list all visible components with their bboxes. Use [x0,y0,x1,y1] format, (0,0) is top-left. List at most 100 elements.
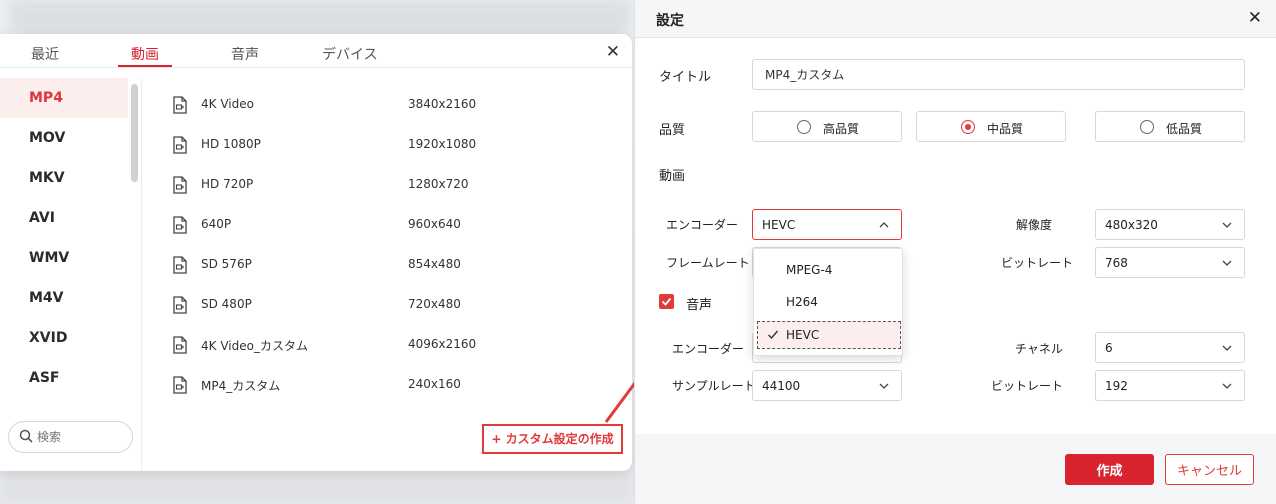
select-value: 6 [1105,341,1113,355]
preset-resolution: 1920x1080 [408,137,477,151]
quality-option-medium[interactable]: 中品質 [916,111,1066,142]
quality-option-low[interactable]: 低品質 [1095,111,1245,142]
preset-resolution: 1280x720 [408,177,469,191]
audio-encoder-label: エンコーダー [672,342,745,356]
active-tab-indicator [118,65,172,67]
video-file-icon [173,216,187,234]
dropdown-option-selected[interactable]: HEVC [757,321,901,349]
video-file-icon [173,256,187,274]
preset-name: 4K Video_カスタム [201,339,308,353]
chevron-down-icon [1222,260,1232,266]
dialog-body: タイトル 品質 高品質 中品質 低品質 動画 エンコーダー HEVC 解像度 4… [635,38,1276,434]
format-item-mp4[interactable]: MP4 [0,78,128,118]
option-label: MPEG-4 [786,263,833,277]
tab-device[interactable]: デバイス [322,44,378,64]
chevron-down-icon [1222,222,1232,228]
chevron-down-icon [879,383,889,389]
quality-option-label: 低品質 [1166,122,1203,136]
video-section-title: 動画 [659,169,686,184]
format-item-m4v[interactable]: M4V [0,278,128,318]
preset-name: HD 720P [201,177,254,191]
preset-name: SD 480P [201,297,252,311]
dropdown-option[interactable]: H264 [754,289,902,317]
format-item-asf[interactable]: ASF [0,358,128,398]
quality-option-high[interactable]: 高品質 [752,111,902,142]
preset-row[interactable]: SD 480P 720x480 [172,294,602,316]
preset-row[interactable]: SD 576P 854x480 [172,254,602,276]
preset-resolution: 3840x2160 [408,97,477,111]
quality-option-label: 中品質 [987,122,1024,136]
cancel-button[interactable]: キャンセル [1165,454,1254,485]
preset-name: SD 576P [201,257,252,271]
preset-row[interactable]: MP4_カスタム 240x160 [172,374,602,396]
channel-select[interactable]: 6 [1095,332,1245,363]
audio-section-title: 音声 [686,298,713,313]
scrollbar[interactable] [131,84,138,182]
samplerate-select[interactable]: 44100 [752,370,902,401]
chevron-down-icon [1222,345,1232,351]
video-file-icon [173,136,187,154]
video-file-icon [173,336,187,354]
radio-button[interactable] [961,120,975,134]
format-item-mkv[interactable]: MKV [0,158,128,198]
audio-checkbox[interactable] [659,294,674,309]
chevron-down-icon [1222,383,1232,389]
tab-video[interactable]: 動画 [131,44,159,64]
preset-resolution: 720x480 [408,297,461,311]
chevron-up-icon [879,222,889,228]
title-input[interactable] [752,59,1245,90]
select-value: 192 [1105,379,1128,393]
title-label: タイトル [659,70,712,85]
channel-label: チャネル [1015,342,1063,356]
video-encoder-label: エンコーダー [666,218,739,232]
resolution-label: 解像度 [1016,218,1053,232]
tab-audio[interactable]: 音声 [231,44,259,64]
preset-row[interactable]: HD 720P 1280x720 [172,174,602,196]
format-item-wmv[interactable]: WMV [0,238,128,278]
encoder-dropdown: MPEG-4 H264 HEVC [753,248,903,356]
format-item-mov[interactable]: MOV [0,118,128,158]
preset-name: HD 1080P [201,137,261,151]
format-picker-panel: 最近 動画 音声 デバイス ✕ MP4 MOV MKV AVI WMV M4V … [0,34,632,471]
background-blur [0,470,632,504]
select-value: 480x320 [1105,218,1158,232]
format-list: MP4 MOV MKV AVI WMV M4V XVID ASF [0,78,142,471]
video-file-icon [173,296,187,314]
preset-resolution: 4096x2160 [408,337,477,351]
audio-bitrate-label: ビットレート [991,379,1064,393]
select-value: HEVC [762,218,796,232]
video-file-icon [173,176,187,194]
preset-row[interactable]: 4K Video 3840x2160 [172,94,602,116]
video-bitrate-select[interactable]: 768 [1095,247,1245,278]
create-custom-button[interactable]: + カスタム設定の作成 [482,424,623,454]
close-icon[interactable]: ✕ [606,42,620,62]
framerate-label: フレームレート [666,256,750,270]
format-item-avi[interactable]: AVI [0,198,128,238]
samplerate-label: サンプルレート [672,379,756,393]
tab-recent[interactable]: 最近 [31,44,59,64]
preset-row[interactable]: 4K Video_カスタム 4096x2160 [172,334,602,356]
checkmark-icon [768,330,779,340]
format-item-xvid[interactable]: XVID [0,318,128,358]
resolution-select[interactable]: 480x320 [1095,209,1245,240]
dialog-header: 設定 ✕ [635,0,1276,38]
option-label: HEVC [786,328,820,342]
dropdown-option[interactable]: MPEG-4 [754,257,902,285]
preset-name: 640P [201,217,232,231]
radio-button[interactable] [1140,120,1154,134]
radio-button[interactable] [797,120,811,134]
preset-row[interactable]: HD 1080P 1920x1080 [172,134,602,156]
close-icon[interactable]: ✕ [1248,8,1262,28]
search-box[interactable] [8,421,133,453]
video-file-icon [173,376,187,394]
background-blur [10,0,630,36]
video-bitrate-label: ビットレート [1001,256,1074,270]
settings-dialog: 設定 ✕ タイトル 品質 高品質 中品質 低品質 動画 エンコーダー HEVC … [634,0,1276,504]
search-input[interactable] [37,427,127,447]
dialog-footer: 作成 キャンセル [635,434,1276,504]
video-encoder-select[interactable]: HEVC [752,209,902,240]
preset-row[interactable]: 640P 960x640 [172,214,602,236]
create-button[interactable]: 作成 [1065,454,1154,485]
video-file-icon [173,96,187,114]
audio-bitrate-select[interactable]: 192 [1095,370,1245,401]
